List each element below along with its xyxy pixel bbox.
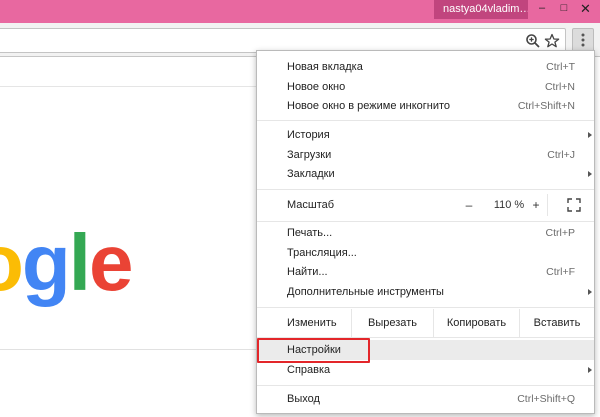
menu-item-new-tab[interactable]: Новая вкладка Ctrl+T [257, 57, 594, 77]
zoom-icon[interactable] [525, 33, 541, 49]
profile-name-button[interactable]: nastya04vladim… [434, 0, 528, 19]
menu-item-print[interactable]: Печать... Ctrl+P [257, 223, 594, 243]
menu-item-find[interactable]: Найти... Ctrl+F [257, 262, 594, 282]
menu-item-shortcut: Ctrl+F [546, 266, 575, 278]
minimize-button[interactable]: – [531, 0, 553, 19]
menu-item-history[interactable]: История [257, 125, 594, 145]
menu-item-new-window[interactable]: Новое окно Ctrl+N [257, 77, 594, 97]
menu-separator [257, 189, 594, 190]
menu-item-more-tools[interactable]: Дополнительные инструменты [257, 282, 594, 302]
menu-item-label: Новое окно в режиме инкогнито [287, 100, 451, 112]
svg-text:ogle: ogle [0, 228, 131, 307]
menu-item-label: Закладки [287, 168, 335, 180]
copy-button[interactable]: Копировать [433, 309, 519, 337]
menu-item-bookmarks[interactable]: Закладки [257, 164, 594, 184]
menu-separator [257, 385, 594, 386]
zoom-out-button[interactable]: – [458, 194, 480, 216]
submenu-arrow-icon [588, 289, 592, 295]
menu-item-label: Справка [287, 364, 331, 376]
google-logo: ogle [0, 228, 133, 307]
menu-item-label: Новая вкладка [287, 61, 363, 73]
menu-separator [257, 221, 594, 222]
submenu-arrow-icon [588, 171, 592, 177]
submenu-arrow-icon [588, 367, 592, 373]
menu-item-label: Дополнительные инструменты [287, 286, 444, 298]
menu-separator [257, 120, 594, 121]
menu-item-shortcut: Ctrl+P [545, 227, 575, 239]
menu-item-shortcut: Ctrl+Shift+Q [517, 393, 575, 405]
menu-item-downloads[interactable]: Загрузки Ctrl+J [257, 145, 594, 165]
menu-item-exit[interactable]: Выход Ctrl+Shift+Q [257, 389, 594, 409]
star-icon[interactable] [544, 33, 560, 49]
menu-item-label: Трансляция... [287, 247, 357, 259]
zoom-in-button[interactable]: + [527, 194, 545, 216]
window-titlebar: nastya04vladim… – □ ✕ [0, 0, 600, 23]
submenu-arrow-icon [588, 132, 592, 138]
menu-item-shortcut: Ctrl+J [547, 149, 575, 161]
menu-item-label: Найти... [287, 266, 328, 278]
menu-item-label: Выход [287, 393, 320, 405]
fullscreen-icon[interactable] [567, 198, 581, 212]
menu-item-shortcut: Ctrl+Shift+N [517, 100, 575, 112]
menu-item-edit: Изменить Вырезать Копировать Вставить [257, 309, 594, 337]
menu-item-label: Новое окно [287, 81, 346, 93]
menu-item-label: История [287, 129, 330, 141]
menu-item-help[interactable]: Справка [257, 360, 594, 380]
edit-label: Изменить [287, 317, 337, 329]
menu-item-cast[interactable]: Трансляция... [257, 243, 594, 263]
menu-separator [257, 307, 594, 308]
close-button[interactable]: ✕ [571, 0, 600, 19]
chrome-menu: Новая вкладка Ctrl+T Новое окно Ctrl+N Н… [256, 50, 595, 414]
menu-icon[interactable] [572, 28, 594, 52]
paste-button[interactable]: Вставить [519, 309, 594, 337]
menu-item-label: Масштаб [287, 199, 335, 211]
divider [0, 86, 256, 87]
cut-button[interactable]: Вырезать [351, 309, 433, 337]
menu-item-label: Загрузки [287, 149, 332, 161]
menu-item-label: Печать... [287, 227, 333, 239]
menu-item-zoom: Масштаб – 110 % + [257, 194, 594, 216]
menu-item-shortcut: Ctrl+T [546, 61, 575, 73]
menu-item-shortcut: Ctrl+N [544, 81, 575, 93]
menu-item-incognito[interactable]: Новое окно в режиме инкогнито Ctrl+Shift… [257, 96, 594, 116]
divider [547, 194, 548, 216]
google-page: ogle [0, 58, 257, 350]
